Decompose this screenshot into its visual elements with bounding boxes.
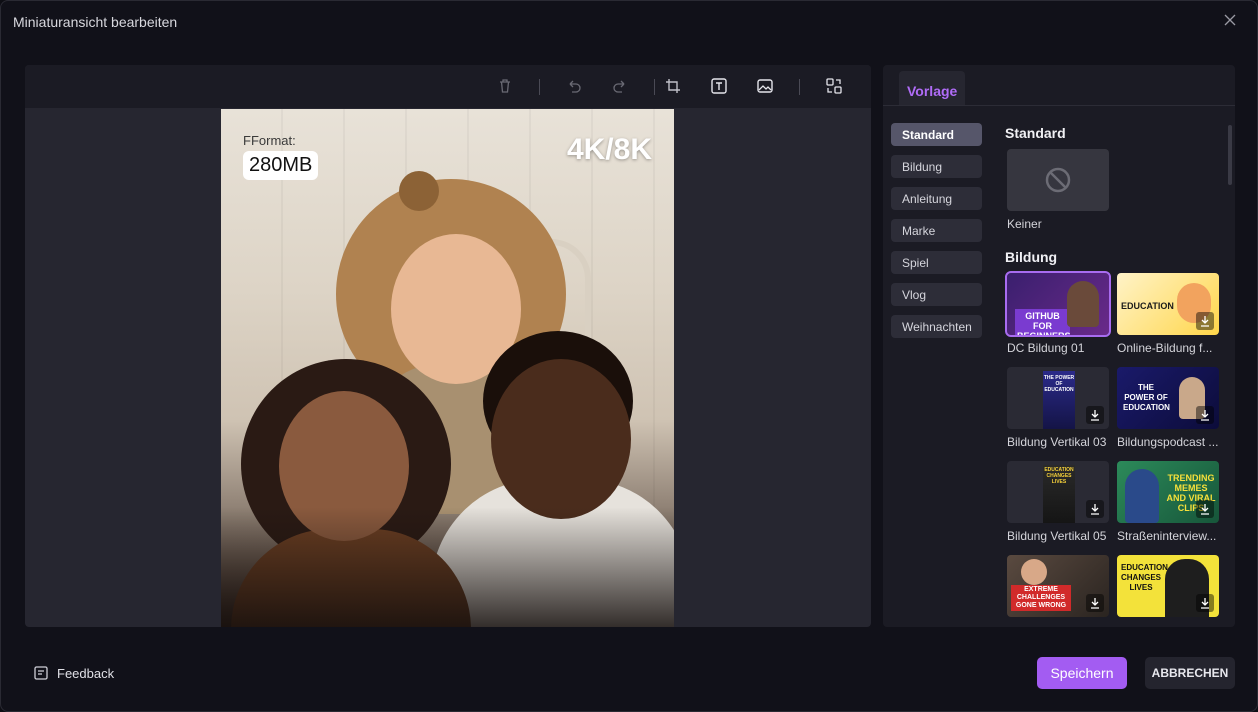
- photo-shade: [221, 507, 674, 627]
- editor-area: FFormat: 280MB 4K/8K: [25, 65, 871, 627]
- editor-toolbar: [25, 65, 871, 108]
- template-label: DC Bildung 01: [1007, 341, 1085, 355]
- toolbar-divider: [654, 79, 655, 95]
- category-marke[interactable]: Marke: [891, 219, 982, 242]
- template-bildung-vertikal-03[interactable]: THE POWER OF EDUCATION: [1007, 367, 1109, 429]
- image-icon[interactable]: [756, 77, 774, 95]
- tab-vorlage[interactable]: Vorlage: [899, 71, 965, 105]
- thumb-text: EDUCATION CHANGES LIVES: [1044, 467, 1074, 485]
- feedback-label: Feedback: [57, 665, 115, 681]
- thumb-text: EDUCATION CHANGES LIVES: [1121, 563, 1168, 592]
- download-icon[interactable]: [1086, 500, 1104, 518]
- tab-divider: [883, 105, 1235, 106]
- redo-icon[interactable]: [611, 77, 629, 95]
- thumb-text: THE POWER OF EDUCATION: [1043, 375, 1075, 393]
- format-label: FFormat:: [243, 133, 296, 148]
- dialog-title: Miniaturansicht bearbeiten: [13, 14, 178, 30]
- template-label: Bildung Vertikal 03: [1007, 435, 1107, 449]
- template-online-bildung[interactable]: EDUCATION: [1117, 273, 1219, 335]
- none-icon: [1045, 167, 1071, 193]
- template-education-changes-lives[interactable]: EDUCATION CHANGES LIVES: [1117, 555, 1219, 617]
- download-icon[interactable]: [1196, 406, 1214, 424]
- photo-girl-bun: [399, 171, 439, 211]
- category-bildung[interactable]: Bildung: [891, 155, 982, 178]
- thumbnail-edit-dialog: Miniaturansicht bearbeiten FFormat: 280M…: [0, 0, 1258, 712]
- download-icon[interactable]: [1196, 500, 1214, 518]
- thumb-text: THE POWER OF EDUCATION: [1123, 383, 1170, 412]
- thumb-text: GITHUB FOR BEGINNERS: [1015, 309, 1071, 335]
- download-icon[interactable]: [1086, 594, 1104, 612]
- template-label: Straßeninterview...: [1117, 529, 1217, 543]
- toolbar-divider: [799, 79, 800, 95]
- panel-scrollbar[interactable]: [1228, 125, 1232, 185]
- category-spiel[interactable]: Spiel: [891, 251, 982, 274]
- template-label: Bildungspodcast ...: [1117, 435, 1219, 449]
- template-bildungspodcast[interactable]: THE POWER OF EDUCATION: [1117, 367, 1219, 429]
- template-strasseninterview[interactable]: TRENDING MEMES AND VIRAL CLIPS: [1117, 461, 1219, 523]
- text-icon[interactable]: [710, 77, 728, 95]
- section-title-standard: Standard: [1005, 125, 1066, 141]
- download-icon[interactable]: [1086, 406, 1104, 424]
- template-panel: Vorlage Standard Bildung Anleitung Marke…: [883, 65, 1235, 627]
- resolution-label: 4K/8K: [566, 133, 652, 166]
- download-icon[interactable]: [1196, 594, 1214, 612]
- category-anleitung[interactable]: Anleitung: [891, 187, 982, 210]
- category-standard[interactable]: Standard: [891, 123, 982, 146]
- close-icon[interactable]: [1223, 13, 1237, 27]
- toolbar-divider: [539, 79, 540, 95]
- thumb-text: EDUCATION: [1121, 301, 1174, 311]
- category-vlog[interactable]: Vlog: [891, 283, 982, 306]
- template-label: Bildung Vertikal 05: [1007, 529, 1107, 543]
- thumb-person: [1021, 559, 1047, 585]
- thumb-person: [1067, 281, 1099, 327]
- template-dc-bildung-01[interactable]: GITHUB FOR BEGINNERS: [1005, 271, 1111, 337]
- template-bildung-vertikal-05[interactable]: EDUCATION CHANGES LIVES: [1007, 461, 1109, 523]
- feedback-button[interactable]: Feedback: [33, 664, 114, 682]
- section-title-bildung: Bildung: [1005, 249, 1058, 265]
- replace-icon[interactable]: [825, 77, 843, 95]
- delete-icon[interactable]: [496, 77, 514, 95]
- download-icon[interactable]: [1196, 312, 1214, 330]
- template-none[interactable]: [1007, 149, 1109, 211]
- template-label: Online-Bildung f...: [1117, 341, 1213, 355]
- template-extreme-challenges[interactable]: EXTREME CHALLENGES GONE WRONG: [1007, 555, 1109, 617]
- undo-icon[interactable]: [565, 77, 583, 95]
- crop-icon[interactable]: [664, 77, 682, 95]
- cancel-button[interactable]: ABBRECHEN: [1145, 657, 1235, 689]
- thumb-text: EXTREME CHALLENGES GONE WRONG: [1011, 585, 1071, 611]
- template-label: Keiner: [1007, 217, 1042, 231]
- photo-man-face: [491, 359, 631, 519]
- thumbnail-canvas[interactable]: FFormat: 280MB 4K/8K: [221, 109, 674, 627]
- feedback-icon: [34, 666, 48, 680]
- save-button[interactable]: Speichern: [1037, 657, 1127, 689]
- thumb-person: [1125, 469, 1159, 523]
- category-weihnachten[interactable]: Weihnachten: [891, 315, 982, 338]
- size-badge: 280MB: [243, 151, 319, 180]
